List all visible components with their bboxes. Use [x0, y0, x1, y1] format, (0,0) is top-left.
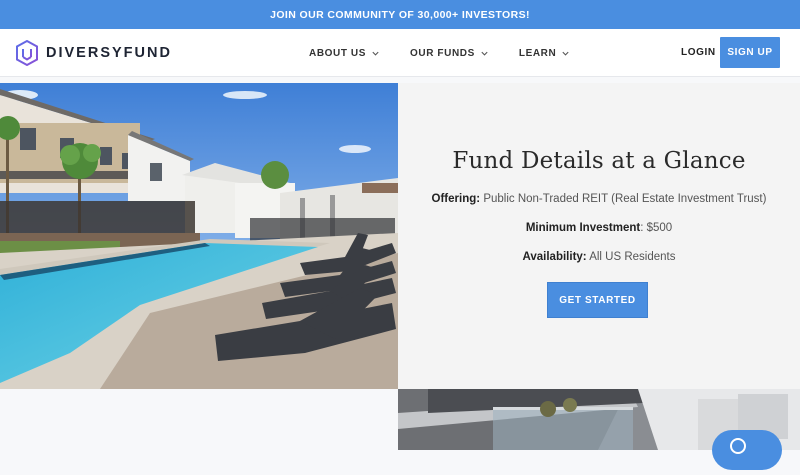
offering-value: Public Non-Traded REIT (Real Estate Inve…: [483, 193, 767, 205]
minimum-investment-value: $500: [646, 222, 673, 234]
availability-row: Availability: All US Residents: [522, 251, 676, 263]
menu-our-funds[interactable]: OUR FUNDS: [410, 48, 489, 59]
menu-learn[interactable]: LEARN: [519, 48, 570, 59]
login-link[interactable]: LOGIN: [681, 47, 716, 58]
minimum-investment-row: Minimum Investment: $500: [525, 222, 673, 234]
top-banner[interactable]: JOIN OUR COMMUNITY OF 30,000+ INVESTORS!: [0, 0, 800, 29]
menu-learn-label: LEARN: [518, 47, 557, 59]
chevron-down-icon: [562, 51, 569, 56]
menu-about-us[interactable]: ABOUT US: [309, 48, 380, 59]
chat-button[interactable]: [712, 430, 782, 470]
chevron-down-icon: [372, 51, 379, 56]
menu-our-funds-label: OUR FUNDS: [410, 47, 475, 59]
banner-text[interactable]: JOIN OUR COMMUNITY OF 30,000+ INVESTORS!: [270, 9, 530, 21]
chevron-down-icon: [481, 51, 488, 56]
pool-photo: [0, 83, 398, 389]
get-started-button[interactable]: GET STARTED: [547, 282, 648, 318]
minimum-investment-label: Minimum Investment: [525, 222, 641, 234]
logo-icon: [16, 40, 38, 66]
fund-details-title: Fund Details at a Glance: [452, 148, 746, 174]
chat-icon: [730, 438, 746, 454]
menu-about-us-label: ABOUT US: [309, 47, 367, 59]
availability-value: All US Residents: [589, 251, 676, 263]
offering-row: Offering: Public Non-Traded REIT (Real E…: [431, 193, 767, 205]
navbar: DIVERSYFUND ABOUT US OUR FUNDS LEARN LOG…: [0, 29, 800, 77]
pool-illustration: [0, 83, 398, 389]
availability-label: Availability: [522, 251, 583, 263]
fund-details-panel: Fund Details at a Glance Offering: Publi…: [398, 83, 800, 389]
offering-label: Offering: [431, 193, 477, 205]
main-menu: ABOUT US OUR FUNDS LEARN: [309, 29, 600, 77]
brand-name: DIVERSYFUND: [46, 45, 172, 61]
signup-button[interactable]: SIGN UP: [720, 37, 780, 68]
logo[interactable]: DIVERSYFUND: [16, 40, 172, 66]
